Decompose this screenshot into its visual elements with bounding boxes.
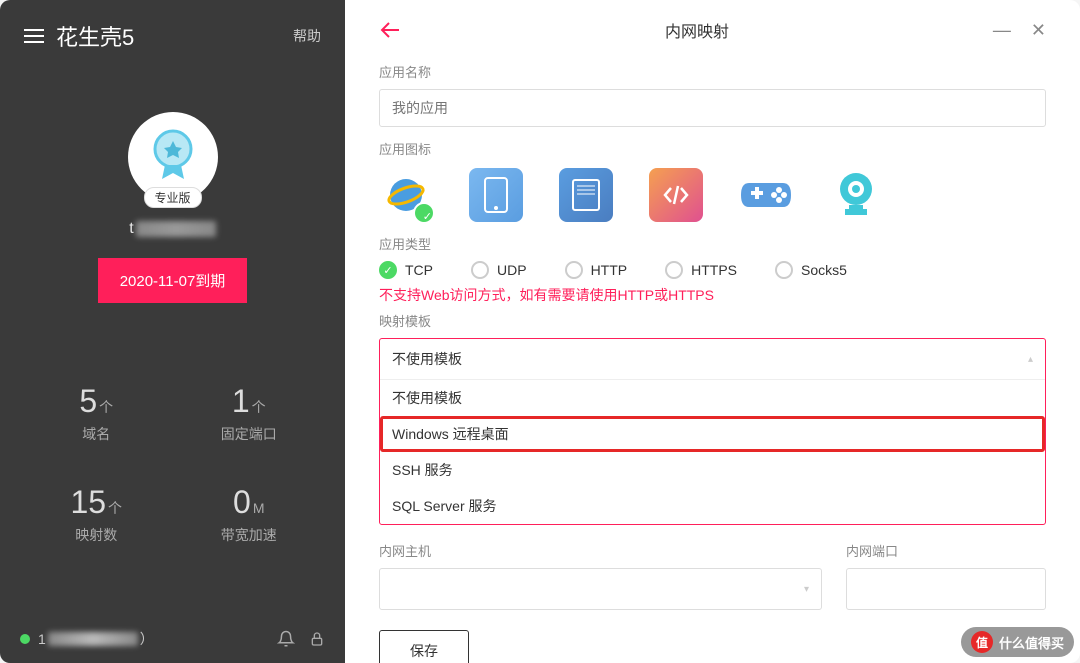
app-icon-server[interactable] (559, 168, 613, 222)
app-icon-code[interactable] (649, 168, 703, 222)
status-dot-icon (20, 634, 30, 644)
template-option-ssh[interactable]: SSH 服务 (380, 452, 1045, 488)
app-icon-label: 应用图标 (379, 139, 1046, 158)
app-icon-camera[interactable] (829, 168, 883, 222)
main-panel: 内网映射 — ✕ 应用名称 应用图标 (345, 0, 1080, 663)
type-warning: 不支持Web访问方式，如有需要请使用HTTP或HTTPS (379, 285, 1046, 305)
footer-redacted (48, 632, 138, 646)
minimize-icon[interactable]: — (993, 20, 1011, 41)
help-link[interactable]: 帮助 (293, 26, 321, 46)
app-icon-mobile[interactable] (469, 168, 523, 222)
port-label: 内网端口 (846, 541, 1046, 560)
save-button[interactable]: 保存 (379, 630, 469, 663)
app-type-label: 应用类型 (379, 234, 1046, 253)
username-redacted (136, 221, 216, 237)
template-select[interactable]: 不使用模板 ▴ 不使用模板 Windows 远程桌面 SSH 服务 SQL Se… (379, 338, 1046, 525)
back-arrow-icon[interactable] (379, 21, 401, 39)
expiry-button[interactable]: 2020-11-07到期 (98, 258, 248, 303)
icon-picker (379, 168, 1046, 222)
app-icon-game[interactable] (739, 168, 793, 222)
tier-badge: 专业版 (143, 187, 201, 208)
avatar[interactable]: 专业版 (128, 112, 218, 202)
sidebar: 花生壳5 帮助 专业版 t 2020-11-07到期 5个 域名 (0, 0, 345, 663)
main-header: 内网映射 — ✕ (379, 18, 1046, 42)
profile-section: 专业版 t 2020-11-07到期 (0, 112, 345, 303)
stat-bandwidth[interactable]: 0M 带宽加速 (173, 484, 326, 545)
template-option-rdp[interactable]: Windows 远程桌面 (380, 416, 1045, 452)
radio-http[interactable]: HTTP (565, 261, 628, 279)
type-radio-group: TCP UDP HTTP HTTPS Socks5 (379, 261, 1046, 279)
stat-fixed-port[interactable]: 1个 固定端口 (173, 383, 326, 444)
username: t (129, 220, 215, 238)
lock-icon[interactable] (309, 630, 325, 648)
template-option-sql[interactable]: SQL Server 服务 (380, 488, 1045, 524)
port-input[interactable] (846, 568, 1046, 610)
medal-icon (150, 129, 196, 185)
watermark-logo-icon: 值 (971, 631, 993, 653)
host-label: 内网主机 (379, 541, 822, 560)
stat-mappings[interactable]: 15个 映射数 (20, 484, 173, 545)
sidebar-header: 花生壳5 帮助 (0, 0, 345, 72)
stats-grid: 5个 域名 1个 固定端口 15个 映射数 0M 带宽加速 (0, 383, 345, 545)
chevron-down-icon: ▾ (804, 584, 809, 595)
template-dropdown: 不使用模板 Windows 远程桌面 SSH 服务 SQL Server 服务 (380, 379, 1045, 524)
template-select-header[interactable]: 不使用模板 ▴ (380, 339, 1045, 379)
sidebar-footer: 1） (0, 615, 345, 663)
app-icon-ie[interactable] (379, 168, 433, 222)
footer-status-text: 1） (38, 629, 154, 649)
app-name-label: 应用名称 (379, 62, 1046, 81)
template-option-none[interactable]: 不使用模板 (380, 380, 1045, 416)
app-title: 花生壳5 (56, 20, 293, 52)
notification-icon[interactable] (277, 630, 295, 648)
host-select[interactable]: ▾ (379, 568, 822, 610)
menu-icon[interactable] (24, 29, 44, 43)
radio-socks5[interactable]: Socks5 (775, 261, 847, 279)
radio-https[interactable]: HTTPS (665, 261, 737, 279)
close-icon[interactable]: ✕ (1031, 20, 1046, 41)
template-label: 映射模板 (379, 311, 1046, 330)
page-title: 内网映射 (401, 18, 993, 42)
chevron-up-icon: ▴ (1028, 354, 1033, 365)
app-name-input[interactable] (379, 89, 1046, 127)
watermark: 值 什么值得买 (961, 627, 1074, 657)
stat-domains[interactable]: 5个 域名 (20, 383, 173, 444)
radio-udp[interactable]: UDP (471, 261, 527, 279)
radio-tcp[interactable]: TCP (379, 261, 433, 279)
